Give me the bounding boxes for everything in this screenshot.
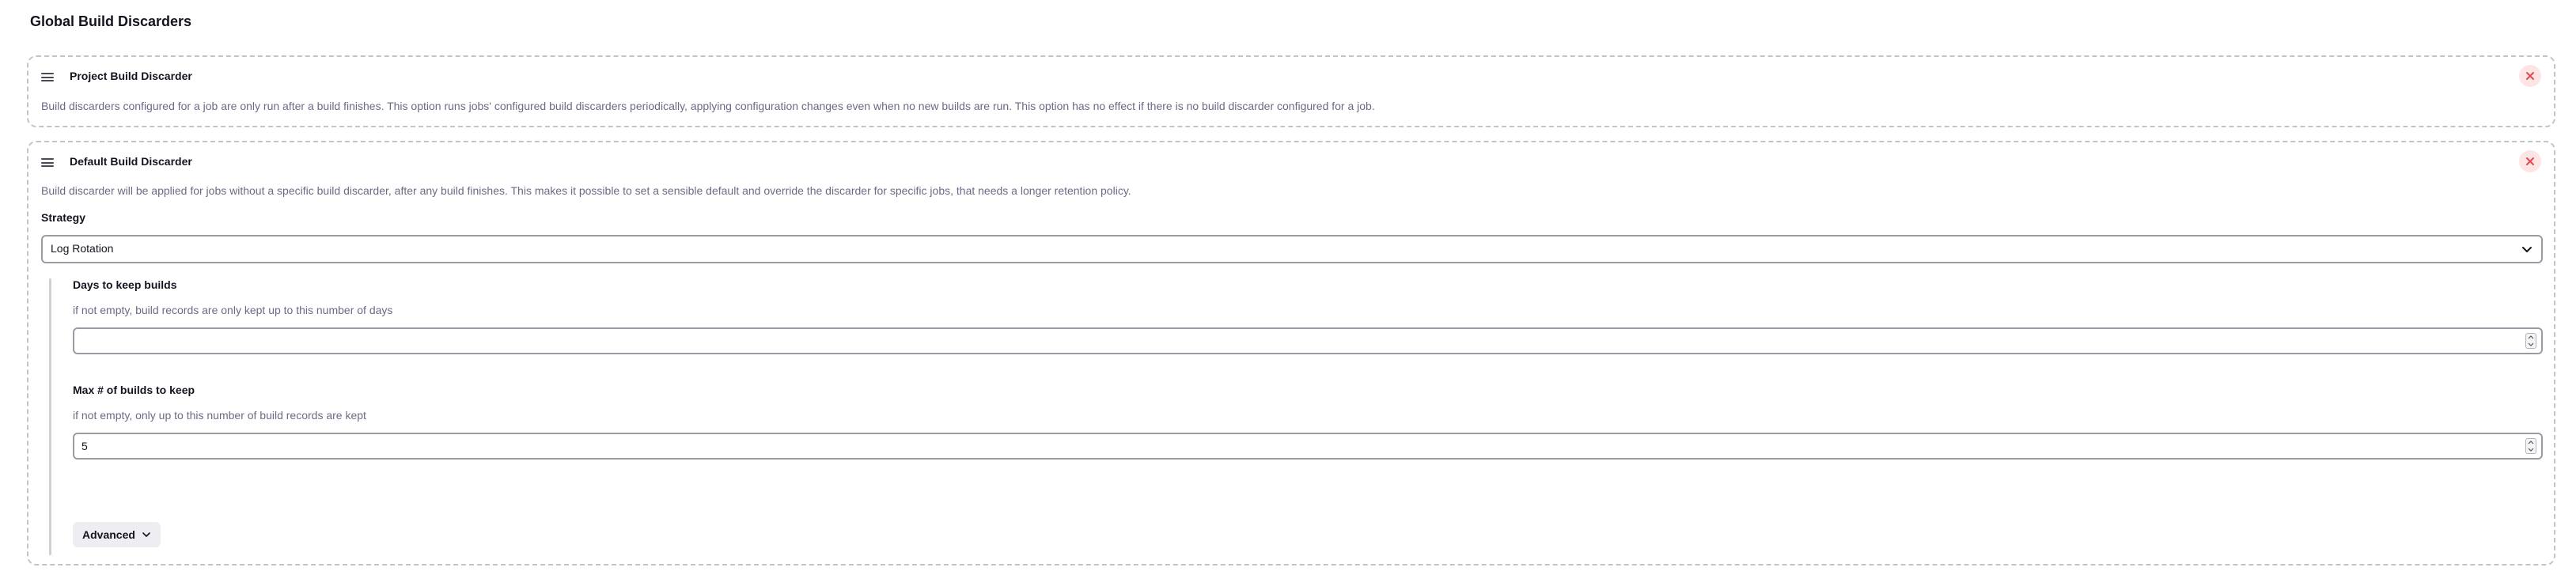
card-title: Project Build Discarder — [70, 70, 192, 82]
log-rotation-options: Days to keep builds if not empty, build … — [49, 278, 2543, 555]
days-to-keep-label: Days to keep builds — [73, 278, 177, 291]
close-icon — [2526, 157, 2534, 165]
advanced-button[interactable]: Advanced — [73, 522, 161, 547]
days-to-keep-input[interactable] — [73, 327, 2543, 354]
max-builds-help: if not empty, only up to this number of … — [73, 409, 366, 422]
default-build-discarder-card: Default Build Discarder Build discarder … — [27, 141, 2555, 566]
days-to-keep-help: if not empty, build records are only kep… — [73, 304, 393, 316]
nested-indent-bar — [49, 278, 51, 555]
section-title: Global Build Discarders — [30, 13, 192, 29]
delete-default-discarder-button[interactable] — [2519, 150, 2541, 172]
strategy-select[interactable]: Log Rotation — [41, 235, 2543, 263]
card-title: Default Build Discarder — [70, 155, 192, 168]
strategy-select-value: Log Rotation — [51, 242, 114, 255]
drag-handle-icon[interactable] — [41, 158, 54, 167]
chevron-down-icon — [142, 532, 150, 537]
delete-project-discarder-button[interactable] — [2519, 65, 2541, 87]
drag-handle-icon[interactable] — [41, 73, 54, 81]
strategy-label: Strategy — [41, 211, 86, 224]
days-spinner-icon[interactable] — [2525, 333, 2536, 349]
chevron-down-icon — [2522, 247, 2532, 252]
global-build-discarders-page: Global Build Discarders Project Build Di… — [0, 0, 2576, 575]
card-description: Build discarder will be applied for jobs… — [41, 184, 1131, 197]
card-description: Build discarders configured for a job ar… — [41, 100, 1375, 112]
project-build-discarder-card: Project Build Discarder Build discarders… — [27, 55, 2555, 127]
max-spinner-icon[interactable] — [2525, 438, 2536, 454]
max-builds-value: 5 — [81, 440, 88, 452]
max-builds-label: Max # of builds to keep — [73, 384, 195, 396]
advanced-button-label: Advanced — [82, 528, 135, 541]
max-builds-input[interactable]: 5 — [73, 433, 2543, 460]
close-icon — [2526, 72, 2534, 80]
